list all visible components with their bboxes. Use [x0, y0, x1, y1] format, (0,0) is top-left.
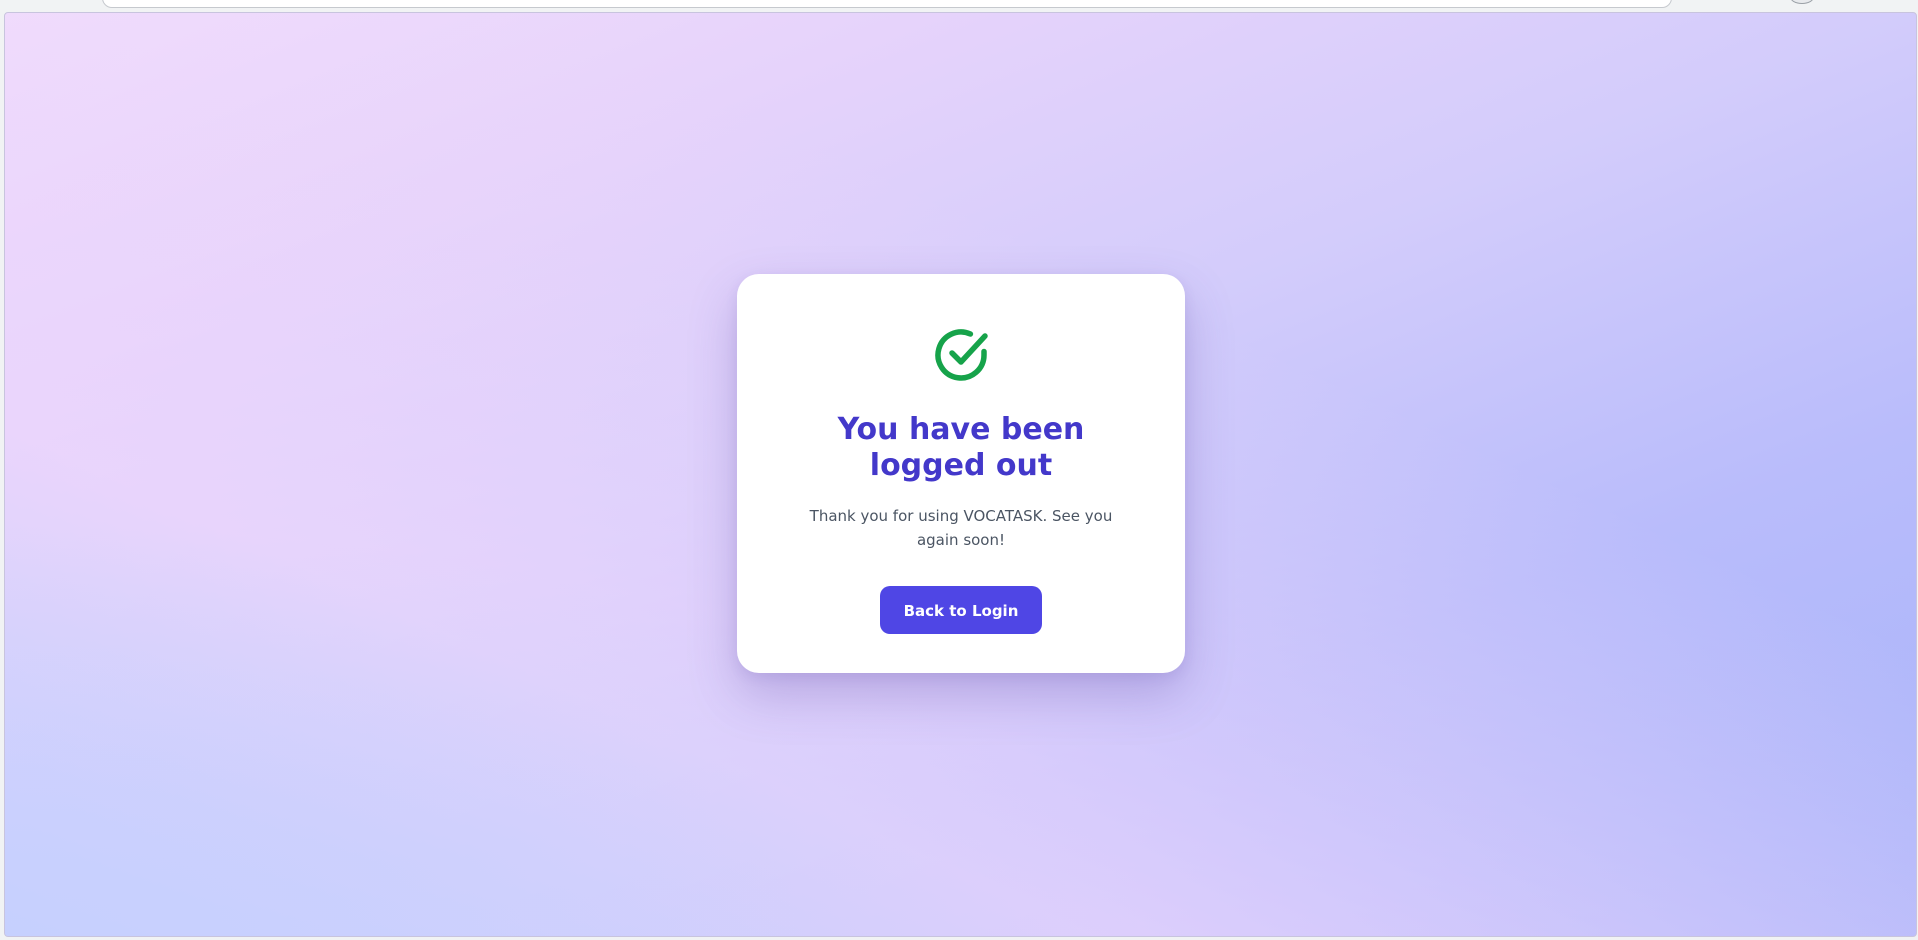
browser-toolbar-edge	[0, 0, 1918, 12]
logout-message: Thank you for using VOCATASK. See you ag…	[809, 507, 1113, 549]
page-title: You have been logged out	[837, 412, 1085, 483]
logout-card: You have been logged out Thank you for u…	[737, 274, 1185, 673]
page-viewport: You have been logged out Thank you for u…	[4, 12, 1917, 937]
profile-icon[interactable]	[1790, 0, 1814, 4]
address-bar[interactable]	[102, 0, 1672, 8]
back-to-login-button[interactable]: Back to Login	[880, 586, 1042, 634]
check-circle-icon	[935, 329, 988, 381]
